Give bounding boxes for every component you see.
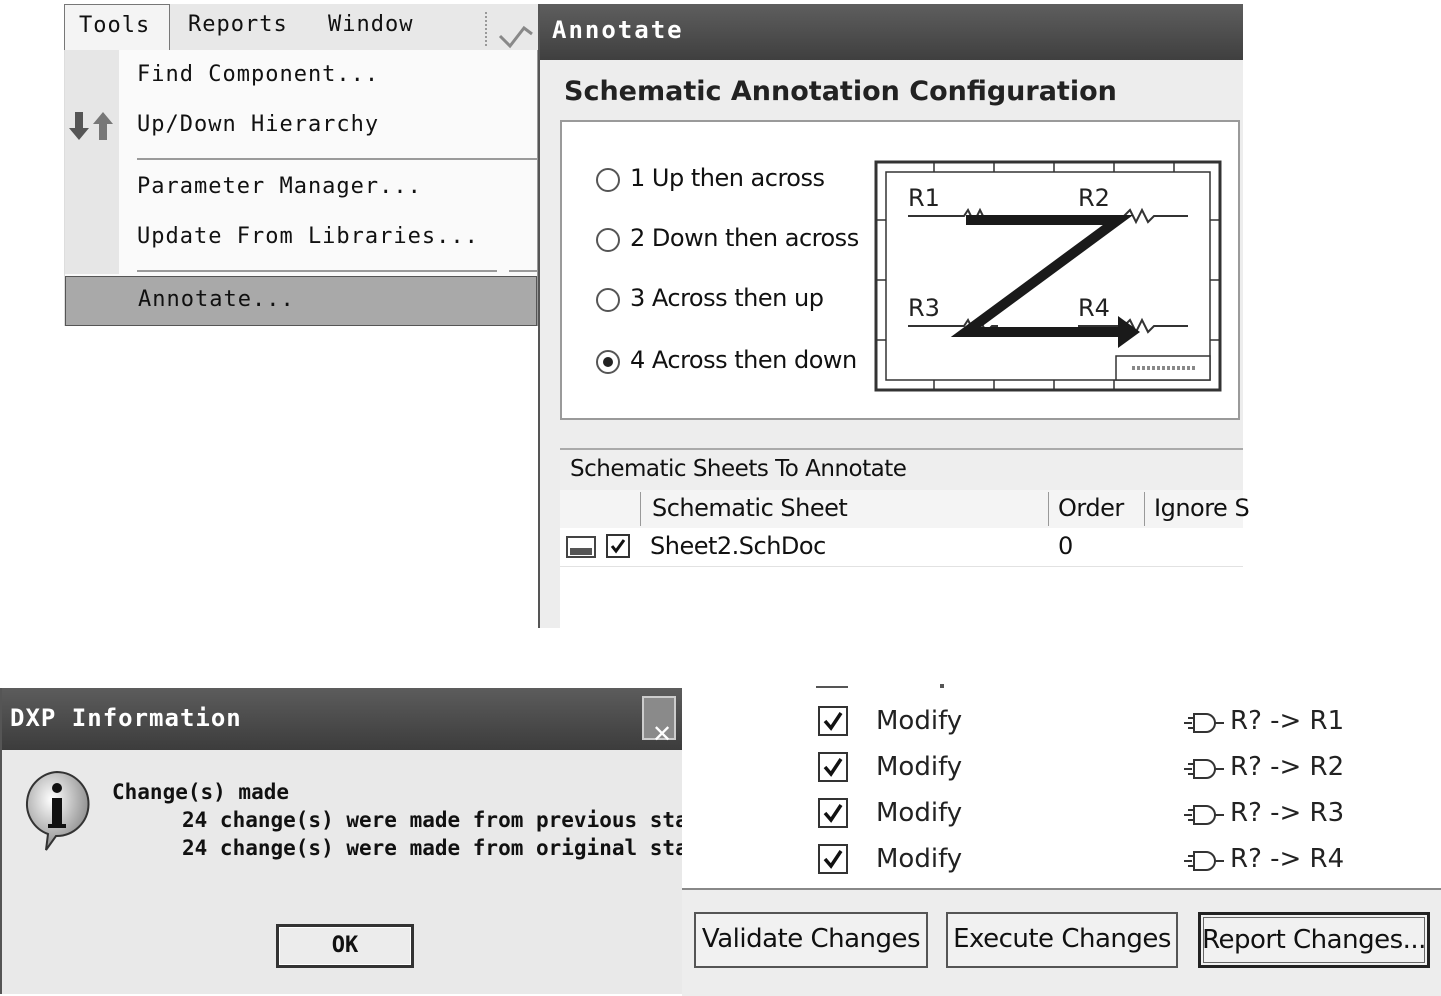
radio-button[interactable]	[596, 168, 620, 192]
engineering-change-order-panel: Modify R? -> R1 Modify R? -> R2 Modify R…	[682, 680, 1441, 996]
info-message-line: 24 change(s) were made from previous sta…	[182, 808, 714, 832]
column-separator	[1048, 492, 1049, 526]
sheet-include-checkbox[interactable]	[606, 534, 630, 558]
component-icon	[1184, 805, 1224, 825]
change-affected-object: R? -> R2	[1230, 752, 1345, 782]
component-icon	[1184, 713, 1224, 733]
list-item[interactable]: Modify R? -> R2	[682, 744, 1441, 790]
preview-label-r2: R2	[1078, 184, 1110, 212]
component-icon	[1184, 851, 1224, 871]
close-icon: ✕	[652, 720, 674, 748]
menu-separator	[137, 158, 537, 160]
change-enable-checkbox[interactable]	[818, 752, 848, 782]
change-action: Modify	[876, 844, 963, 874]
radio-button[interactable]	[596, 228, 620, 252]
menu-item-parameter-manager[interactable]: Parameter Manager...	[137, 174, 422, 199]
checkmark-icon	[823, 804, 843, 823]
info-title-bar[interactable]: DXP Information ✕	[2, 688, 682, 750]
change-enable-checkbox[interactable]	[818, 798, 848, 828]
change-action: Modify	[876, 798, 963, 828]
info-title: DXP Information	[10, 704, 242, 732]
info-icon	[26, 770, 90, 851]
validate-changes-label: Validate Changes	[701, 924, 921, 954]
change-affected-object: R? -> R4	[1230, 844, 1345, 874]
menu-item-update-from-libraries[interactable]: Update From Libraries...	[137, 224, 479, 249]
change-affected-object: R? -> R1	[1230, 706, 1345, 736]
menu-icon-gutter	[65, 50, 119, 274]
validate-changes-button[interactable]: Validate Changes	[694, 912, 928, 968]
annotate-title: Annotate	[552, 16, 684, 44]
column-separator	[640, 492, 641, 526]
menu-tools[interactable]: Tools	[64, 4, 170, 51]
ok-button-label: OK	[331, 933, 359, 958]
execute-changes-label: Execute Changes	[953, 924, 1171, 954]
report-changes-label: Report Changes...	[1202, 925, 1426, 955]
radio-button-selected[interactable]	[596, 350, 620, 374]
radio-label: 3 Across then up	[630, 284, 824, 312]
preview-label-r1: R1	[908, 184, 940, 212]
info-message-line: 24 change(s) were made from original sta…	[182, 836, 714, 860]
annotate-dialog: Annotate Schematic Annotation Configurat…	[538, 4, 1250, 630]
sheet-name: Sheet2.SchDoc	[650, 532, 826, 560]
menu-item-find-component[interactable]: Find Component...	[137, 62, 379, 87]
menu-item-annotate-label: Annotate...	[138, 287, 295, 312]
radio-label: 4 Across then down	[630, 346, 857, 374]
component-icon	[1184, 759, 1224, 779]
radio-selected-dot	[603, 357, 613, 367]
menu-tools-label: Tools	[79, 13, 151, 38]
change-action: Modify	[876, 706, 963, 736]
schematic-document-icon	[566, 536, 596, 558]
column-header-schematic-sheet[interactable]: Schematic Sheet	[652, 494, 848, 522]
menu-window[interactable]: Window	[328, 12, 413, 37]
sheet-order: 0	[1058, 532, 1073, 560]
clipped-row-edge	[816, 686, 848, 688]
preview-label-r4: R4	[1078, 294, 1110, 322]
execute-changes-button[interactable]: Execute Changes	[946, 912, 1178, 968]
ok-button[interactable]: OK	[276, 924, 414, 968]
checkmark-icon	[610, 539, 626, 554]
clipped-row-edge	[940, 684, 944, 688]
info-message-heading: Change(s) made	[112, 780, 290, 804]
config-heading: Schematic Annotation Configuration	[564, 76, 1117, 107]
preview-label-r3: R3	[908, 294, 940, 322]
sheets-heading-bar: Schematic Sheets To Annotate	[560, 450, 1243, 491]
menu-reports[interactable]: Reports	[188, 12, 288, 37]
change-enable-checkbox[interactable]	[818, 844, 848, 874]
radio-label: 1 Up then across	[630, 164, 825, 192]
tools-dropdown: Find Component... Up/Down Hierarchy Para…	[64, 50, 538, 326]
menu-bar: Tools Reports Window	[64, 4, 540, 51]
checkmark-icon	[823, 850, 843, 869]
column-separator	[1144, 492, 1145, 526]
up-down-arrows-icon	[69, 112, 113, 140]
column-header-ignore[interactable]: Ignore S	[1154, 494, 1250, 522]
radio-label: 2 Down then across	[630, 224, 859, 252]
checkmark-icon	[823, 758, 843, 777]
radio-button[interactable]	[596, 288, 620, 312]
table-row[interactable]: Sheet2.SchDoc 0	[560, 528, 1243, 567]
annotation-order-preview: R1 R2 R3 R4	[874, 160, 1222, 392]
column-header-order[interactable]: Order	[1058, 494, 1124, 522]
close-button[interactable]: ✕	[642, 696, 676, 748]
change-affected-object: R? -> R3	[1230, 798, 1345, 828]
change-action: Modify	[876, 752, 963, 782]
menu-item-annotate[interactable]: Annotate...	[65, 276, 537, 326]
change-enable-checkbox[interactable]	[818, 706, 848, 736]
sheets-heading: Schematic Sheets To Annotate	[570, 456, 907, 482]
toolbar-grip-icon	[485, 12, 533, 49]
sheets-table-header: Schematic Sheet Order Ignore S	[560, 490, 1250, 529]
checkmark-icon	[823, 712, 843, 731]
annotation-config-panel: 1 Up then across 2 Down then across 3 Ac…	[560, 120, 1240, 420]
menu-item-up-down-hierarchy[interactable]: Up/Down Hierarchy	[137, 112, 379, 137]
menu-separator	[509, 270, 537, 272]
report-changes-button[interactable]: Report Changes...	[1198, 912, 1430, 968]
list-item[interactable]: Modify R? -> R1	[682, 698, 1441, 744]
annotate-title-bar[interactable]: Annotate	[540, 4, 1243, 60]
dxp-information-dialog: DXP Information ✕ Change(s) made 24 chan…	[0, 688, 713, 994]
list-item[interactable]: Modify R? -> R4	[682, 836, 1441, 882]
sheets-to-annotate-panel: Schematic Sheets To Annotate Schematic S…	[560, 448, 1250, 630]
list-item[interactable]: Modify R? -> R3	[682, 790, 1441, 836]
eco-button-bar: Validate Changes Execute Changes Report …	[682, 888, 1441, 996]
menu-separator	[137, 270, 497, 272]
